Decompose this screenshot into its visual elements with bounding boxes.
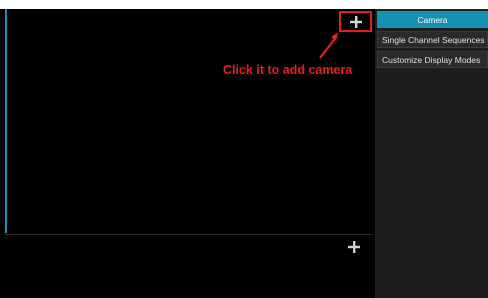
- plus-icon: [348, 241, 360, 253]
- annotation-arrow-icon: [319, 32, 338, 59]
- add-camera-button-highlighted[interactable]: [339, 11, 372, 32]
- sidebar-item-customize-display-modes[interactable]: Customize Display Modes: [377, 51, 488, 68]
- annotation-text: Click it to add camera: [223, 63, 353, 77]
- camera-pane-2[interactable]: [5, 234, 373, 298]
- add-camera-button[interactable]: [344, 237, 364, 257]
- sidebar-item-single-channel-sequences[interactable]: Single Channel Sequences: [377, 31, 488, 48]
- plus-icon: [349, 15, 362, 28]
- sidebar-item-camera[interactable]: Camera: [377, 11, 488, 28]
- sidebar: Camera Single Channel Sequences Customiz…: [375, 9, 488, 298]
